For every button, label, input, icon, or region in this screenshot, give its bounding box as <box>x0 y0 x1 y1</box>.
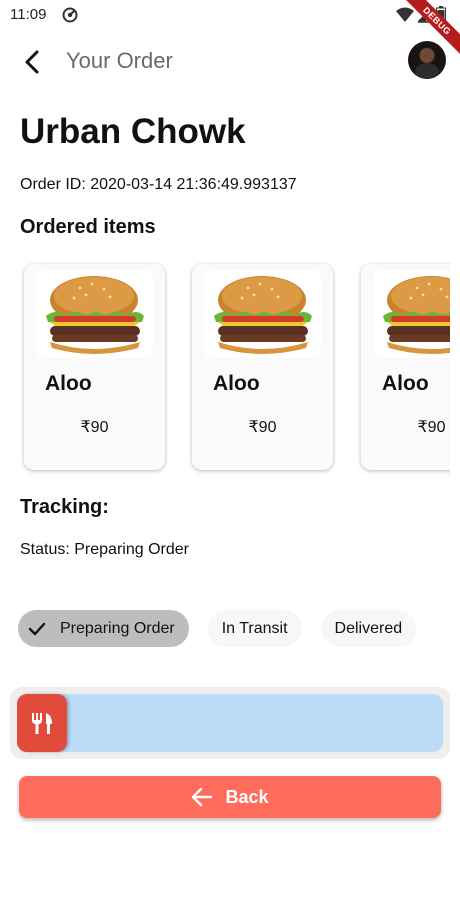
tracking-title: Tracking: <box>20 496 109 518</box>
ordered-items-list[interactable]: Aloo ₹90 Aloo ₹90 Aloo ₹90 <box>0 262 450 476</box>
burger-image <box>204 270 321 358</box>
ordered-items-title: Ordered items <box>20 216 156 238</box>
check-icon <box>28 622 46 635</box>
tracking-slider[interactable] <box>10 687 450 759</box>
tracking-chips: Preparing Order In Transit Delivered <box>18 610 417 647</box>
chip-preparing-order[interactable]: Preparing Order <box>18 610 189 647</box>
status-time: 11:09 <box>10 6 47 23</box>
item-name: Aloo <box>45 372 92 395</box>
status-text: Status: Preparing Order <box>20 541 189 558</box>
item-card[interactable]: Aloo ₹90 <box>192 264 333 470</box>
avatar[interactable] <box>408 41 446 79</box>
burger-image <box>373 270 450 358</box>
item-name: Aloo <box>382 372 429 395</box>
item-card[interactable]: Aloo ₹90 <box>24 264 165 470</box>
back-button-label: Back <box>225 786 269 807</box>
at-sign-icon <box>62 7 78 23</box>
back-arrow-icon[interactable] <box>18 48 46 76</box>
item-price: ₹90 <box>248 419 277 436</box>
item-name: Aloo <box>213 372 260 395</box>
item-card[interactable]: Aloo ₹90 <box>361 264 450 470</box>
chip-label: Delivered <box>334 619 403 637</box>
restaurant-icon <box>32 713 52 734</box>
slider-thumb[interactable] <box>17 694 67 752</box>
slider-track[interactable] <box>17 694 443 752</box>
restaurant-name: Urban Chowk <box>20 112 246 151</box>
order-id: Order ID: 2020-03-14 21:36:49.993137 <box>20 176 297 193</box>
item-price: ₹90 <box>417 419 446 436</box>
chip-delivered[interactable]: Delivered <box>320 610 417 647</box>
burger-image <box>36 270 153 358</box>
arrow-left-icon <box>192 787 213 807</box>
chip-label: In Transit <box>221 619 288 637</box>
chip-in-transit[interactable]: In Transit <box>207 610 302 647</box>
back-button[interactable]: Back <box>19 776 441 818</box>
item-price: ₹90 <box>80 419 109 436</box>
page-title: Your Order <box>66 48 173 73</box>
chip-label: Preparing Order <box>60 619 175 637</box>
status-bar: 11:09 <box>0 0 460 30</box>
app-bar: Your Order <box>0 36 460 88</box>
